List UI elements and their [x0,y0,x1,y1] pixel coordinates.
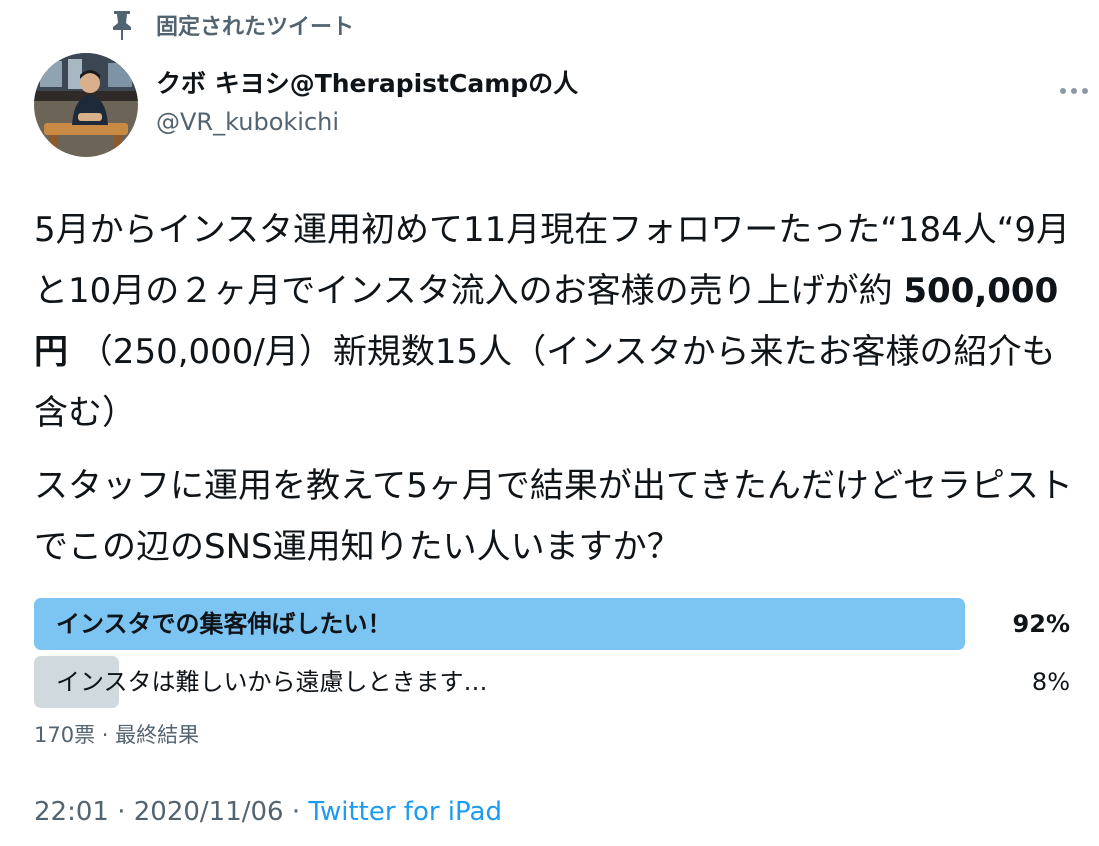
tweet-paragraph-1: 5月からインスタ運用初めて11月現在フォロワーたった“184人“9月と10月の２… [34,200,1084,444]
poll-option-label: インスタでの集客伸ばしたい！ [56,610,392,638]
tweet-text-part: （250,000/月）新規数15人（インスタから来たお客様の紹介も含む） [34,332,1056,433]
separator: · [108,797,134,827]
poll-option-1: インスタでの集客伸ばしたい！ 92% [34,598,1074,650]
pinned-indicator: 固定されたツイート [108,8,354,42]
user-info: クボ キヨシ@TherapistCampの人 @VR_kubokichi [156,64,578,140]
poll-option-percent: 92% [1012,610,1070,638]
user-handle[interactable]: @VR_kubokichi [156,104,578,140]
more-horizontal-icon [1059,80,1089,99]
pinned-label: 固定されたツイート [156,15,355,40]
poll-option-2: インスタは難しいから遠慮しときます… 8% [34,656,1074,708]
poll: インスタでの集客伸ばしたい！ 92% インスタは難しいから遠慮しときます… 8% [34,598,1074,714]
separator: · [283,797,309,827]
more-options-button[interactable] [1052,74,1096,104]
avatar[interactable] [34,53,138,157]
tweet-text: 5月からインスタ運用初めて11月現在フォロワーたった“184人“9月と10月の２… [34,200,1084,590]
tweet-paragraph-2: スタッフに運用を教えて5ヶ月で結果が出てきたんだけどセラピストでこの辺のSNS運… [34,466,1073,567]
tweet-date[interactable]: 2020/11/06 [134,797,284,827]
tweet-time[interactable]: 22:01 [34,797,109,827]
poll-option-percent: 8% [1031,668,1070,696]
source-link[interactable]: Twitter for iPad [308,797,502,827]
poll-option-label: インスタは難しいから遠慮しときます… [56,668,488,696]
display-name[interactable]: クボ キヨシ@TherapistCampの人 [156,64,578,104]
poll-meta: 170票 · 最終結果 [34,723,200,747]
tweet-footer: 22:01 · 2020/11/06 · Twitter for iPad [34,792,502,832]
pin-icon [108,8,136,42]
